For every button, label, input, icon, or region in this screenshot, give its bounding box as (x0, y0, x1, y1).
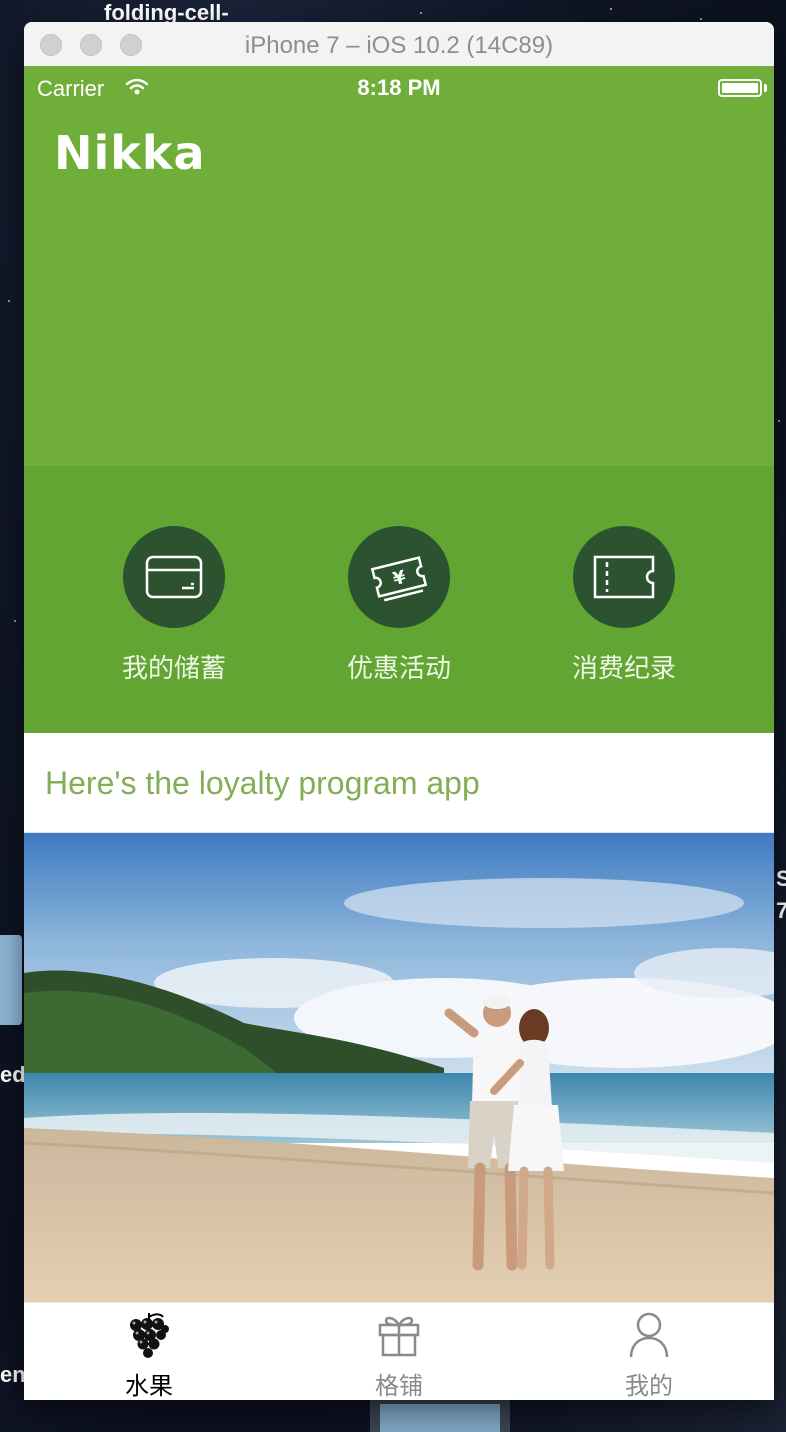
gift-icon (378, 1316, 420, 1357)
desktop-folder-icon[interactable] (0, 935, 22, 1025)
action-history-button[interactable]: 消费纪录 (544, 526, 704, 685)
card-icon (145, 555, 203, 599)
simulator-titlebar[interactable]: iPhone 7 – iOS 10.2 (14C89) (24, 22, 774, 67)
action-circle (573, 526, 675, 628)
action-label: 优惠活动 (346, 654, 451, 684)
status-time: 8:18 PM (357, 75, 441, 100)
desktop-file-label[interactable]: ed (0, 1062, 26, 1088)
brand-title: Nikka (54, 126, 206, 180)
action-panel: 我的储蓄 ¥ 优惠活动 消费纪录 (24, 466, 774, 733)
star (610, 8, 612, 10)
promo-text: Here's the loyalty program app (45, 765, 480, 801)
dock-folder-icon (380, 1404, 500, 1432)
phone-screen: Carrier 8:18 PM Nikka 我的储蓄 ¥ 优惠活动 消费纪录 H… (24, 66, 774, 1400)
action-label: 我的储蓄 (121, 654, 226, 684)
tab-profile[interactable]: 我的 (579, 1311, 719, 1400)
person-icon (629, 1312, 669, 1358)
battery-icon (718, 79, 762, 97)
tab-bar: 水果 格铺 我的 (24, 1302, 774, 1400)
dock-item[interactable] (370, 1400, 510, 1432)
header-area: Nikka (24, 110, 774, 466)
beach-couple-photo[interactable] (24, 833, 774, 1302)
svg-text:¥: ¥ (391, 567, 409, 591)
simulator-window: iPhone 7 – iOS 10.2 (14C89) Carrier 8:18… (24, 22, 774, 1400)
star (14, 620, 16, 622)
action-label: 消费纪录 (571, 654, 676, 684)
star (8, 300, 10, 302)
desktop-file-label[interactable]: 7 (776, 898, 786, 924)
star (420, 12, 422, 14)
yen-ticket-icon: ¥ (370, 556, 428, 602)
action-promotions-button[interactable]: ¥ 优惠活动 (319, 526, 479, 685)
action-savings-button[interactable]: 我的储蓄 (94, 526, 254, 685)
action-circle: ¥ (348, 526, 450, 628)
desktop-file-label[interactable]: S (776, 866, 786, 892)
promo-banner[interactable]: Here's the loyalty program app (24, 733, 774, 833)
tab-label: 我的 (625, 1372, 673, 1400)
tab-fruit[interactable]: 水果 (79, 1311, 219, 1400)
ticket-icon (593, 555, 655, 599)
star (778, 420, 780, 422)
simulator-title: iPhone 7 – iOS 10.2 (14C89) (244, 32, 554, 59)
star (700, 18, 702, 20)
tab-store[interactable]: 格铺 (329, 1311, 469, 1400)
status-bar: Carrier 8:18 PM (24, 66, 774, 110)
tab-label: 格铺 (375, 1372, 423, 1400)
grapes-icon (130, 1313, 169, 1358)
action-circle (123, 526, 225, 628)
tab-label: 水果 (125, 1372, 173, 1400)
battery-nub (764, 84, 767, 92)
